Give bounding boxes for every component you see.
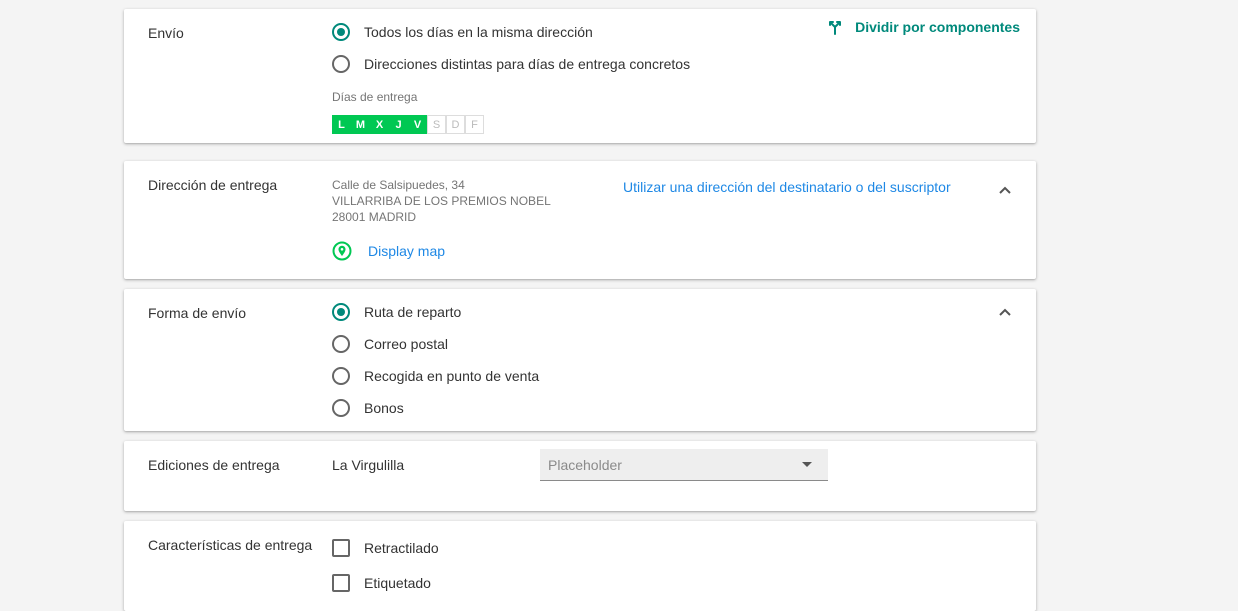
delivery-features-label: Características de entrega (148, 537, 313, 553)
day-wednesday[interactable]: X (370, 115, 389, 134)
radio-checked-icon (332, 23, 350, 41)
map-pin-icon (332, 241, 352, 261)
display-map-button[interactable]: Display map (332, 241, 445, 261)
checkbox-labeled[interactable]: Etiquetado (332, 573, 431, 593)
day-monday[interactable]: L (332, 115, 351, 134)
radio-unchecked-icon (332, 55, 350, 73)
shipping-method-card: Forma de envío Ruta de reparto Correo po… (124, 289, 1036, 431)
edition-value: La Virgulilla (332, 457, 405, 473)
checkbox-shrink-wrap-label: Retractilado (364, 540, 439, 556)
radio-vouchers[interactable]: Bonos (332, 398, 404, 418)
shipping-card: Envío Todos los días en la misma direcci… (124, 9, 1036, 143)
collapse-address-chevron-icon[interactable] (998, 183, 1012, 197)
radio-different-addresses[interactable]: Direcciones distintas para días de entre… (332, 54, 690, 74)
radio-delivery-route-label: Ruta de reparto (364, 304, 462, 320)
edition-select-placeholder: Placeholder (548, 456, 622, 473)
day-sunday[interactable]: D (446, 115, 465, 134)
split-icon (829, 21, 842, 35)
checkbox-shrink-wrap[interactable]: Retractilado (332, 538, 439, 558)
radio-postal-mail[interactable]: Correo postal (332, 334, 448, 354)
radio-postal-mail-label: Correo postal (364, 336, 449, 352)
day-friday[interactable]: V (408, 115, 427, 134)
radio-unchecked-icon (332, 335, 350, 353)
radio-same-address[interactable]: Todos los días en la misma dirección (332, 22, 593, 42)
radio-unchecked-icon (332, 399, 350, 417)
shipping-method-label: Forma de envío (148, 305, 247, 321)
address-block: Calle de Salsipuedes, 34 VILLARRIBA DE L… (332, 177, 551, 225)
day-tuesday[interactable]: M (351, 115, 370, 134)
checkbox-labeled-label: Etiquetado (364, 575, 431, 591)
delivery-days-label: Días de entrega (332, 90, 418, 104)
display-map-label: Display map (368, 243, 446, 259)
day-saturday[interactable]: S (427, 115, 446, 134)
dropdown-arrow-icon (802, 462, 812, 467)
checkbox-unchecked-icon (332, 574, 350, 592)
radio-unchecked-icon (332, 367, 350, 385)
address-line-1: Calle de Salsipuedes, 34 (332, 178, 465, 192)
address-line-2: VILLARRIBA DE LOS PREMIOS NOBEL (332, 194, 551, 208)
use-recipient-address-link[interactable]: Utilizar una dirección del destinatario … (623, 179, 951, 195)
delivery-editions-label: Ediciones de entrega (148, 457, 280, 473)
delivery-features-card: Características de entrega Retractilado … (124, 521, 1036, 611)
radio-store-pickup-label: Recogida en punto de venta (364, 368, 540, 384)
radio-delivery-route[interactable]: Ruta de reparto (332, 302, 461, 322)
radio-checked-icon (332, 303, 350, 321)
split-components-button[interactable]: Dividir por componentes (827, 19, 1020, 35)
delivery-days-picker: L M X J V S D F (332, 115, 484, 134)
delivery-address-card: Dirección de entrega Calle de Salsipuede… (124, 161, 1036, 279)
delivery-editions-card: Ediciones de entrega La Virgulilla Place… (124, 441, 1036, 511)
edition-select[interactable]: Placeholder (540, 449, 828, 481)
day-thursday[interactable]: J (389, 115, 408, 134)
radio-same-address-label: Todos los días en la misma dirección (364, 24, 593, 40)
shipping-label: Envío (148, 25, 184, 41)
collapse-method-chevron-icon[interactable] (998, 305, 1012, 319)
split-components-label: Dividir por componentes (855, 19, 1020, 35)
radio-vouchers-label: Bonos (364, 400, 404, 416)
radio-different-addresses-label: Direcciones distintas para días de entre… (364, 56, 691, 72)
address-line-3: 28001 MADRID (332, 210, 417, 224)
day-holiday[interactable]: F (465, 115, 484, 134)
radio-store-pickup[interactable]: Recogida en punto de venta (332, 366, 539, 386)
delivery-address-label: Dirección de entrega (148, 177, 278, 193)
checkbox-unchecked-icon (332, 539, 350, 557)
